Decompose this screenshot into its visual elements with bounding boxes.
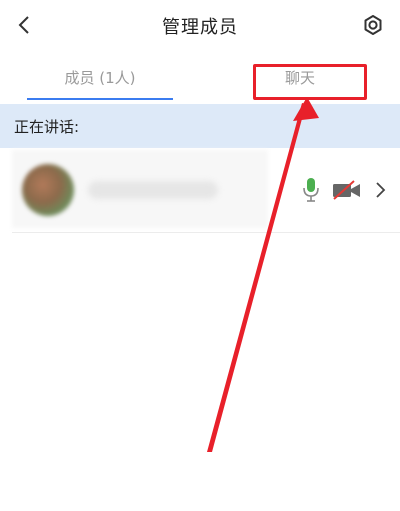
speaking-label: 正在讲话: bbox=[14, 117, 80, 136]
chevron-right-icon bbox=[376, 182, 386, 198]
avatar bbox=[22, 164, 74, 216]
member-controls bbox=[302, 174, 386, 206]
mic-button[interactable] bbox=[302, 177, 320, 203]
row-divider bbox=[12, 232, 400, 233]
tab-members-label: 成员 (1人) bbox=[64, 68, 136, 87]
back-button[interactable] bbox=[8, 8, 42, 42]
member-name-blurred bbox=[88, 181, 218, 199]
settings-button[interactable] bbox=[356, 8, 390, 42]
header: 管理成员 bbox=[0, 0, 400, 52]
chevron-left-icon bbox=[18, 16, 29, 34]
speaking-section-header: 正在讲话: bbox=[0, 104, 400, 148]
chat-tab-highlight bbox=[253, 64, 367, 100]
tab-members[interactable]: 成员 (1人) bbox=[0, 52, 200, 102]
gear-icon bbox=[364, 15, 382, 35]
camera-button[interactable] bbox=[332, 180, 362, 200]
manage-members-screen: 管理成员 成员 (1人) 聊天 正在讲话: bbox=[0, 0, 400, 511]
page-title: 管理成员 bbox=[162, 17, 238, 38]
camera-off-icon bbox=[333, 180, 360, 200]
microphone-icon bbox=[303, 178, 319, 202]
row-chevron[interactable] bbox=[374, 181, 386, 199]
member-row[interactable] bbox=[12, 150, 400, 230]
